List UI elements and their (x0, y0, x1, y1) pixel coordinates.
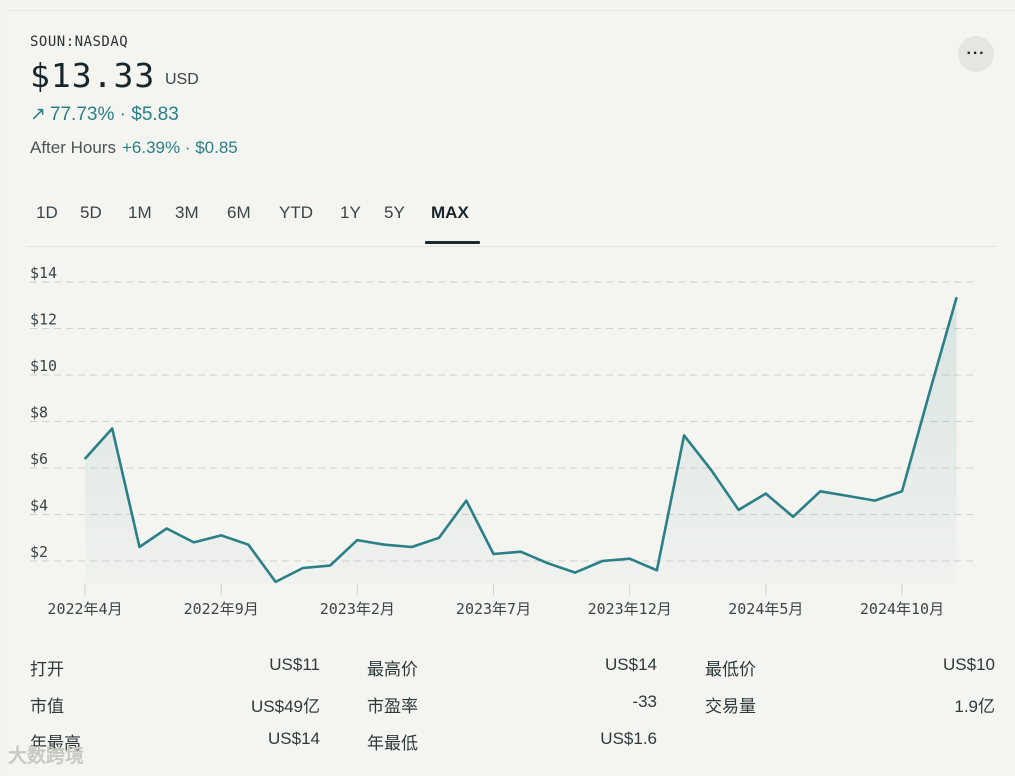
x-tick-label: 2022年4月 (47, 600, 122, 618)
stat-volume: 交易量 1.9亿 (705, 692, 995, 720)
data-point (138, 546, 141, 548)
data-point (901, 490, 903, 493)
current-price: $13.33 (30, 56, 156, 95)
data-point (928, 392, 931, 395)
tab-1d[interactable]: 1D (36, 203, 58, 241)
y-tick-label: $6 (30, 450, 48, 468)
data-point (873, 499, 876, 502)
y-tick-label: $12 (30, 311, 57, 329)
data-point (955, 296, 958, 299)
stat-value: US$10 (943, 655, 995, 674)
x-tick-label: 2022年9月 (184, 600, 259, 618)
tab-1m[interactable]: 1M (128, 203, 152, 241)
active-tab-indicator (425, 241, 480, 244)
data-point (220, 534, 222, 537)
stat-value: US$14 (268, 729, 320, 748)
time-range-tabs: 1D 5D 1M 3M 6M YTD 1Y 5Y MAX (26, 196, 996, 247)
y-tick-label: $8 (30, 404, 48, 422)
data-point (329, 564, 331, 567)
data-point (846, 495, 849, 497)
data-point (465, 499, 468, 502)
stat-label: 最低价 (705, 660, 756, 679)
more-icon: ··· (966, 45, 986, 62)
tab-ytd[interactable]: YTD (279, 203, 313, 241)
tab-1y[interactable]: 1Y (340, 203, 361, 241)
price-area-fill (85, 297, 957, 584)
data-point (574, 571, 576, 574)
y-tick-label: $10 (30, 357, 57, 375)
stat-value: -33 (632, 692, 657, 711)
stat-label: 打开 (30, 660, 64, 679)
stat-value: US$11 (269, 655, 320, 674)
price-change: ↗ 77.73% · $5.83 (30, 103, 179, 126)
y-tick-label: $4 (30, 497, 48, 515)
stat-label: 市值 (30, 697, 64, 716)
watermark-logo: 大数跨境 (8, 746, 85, 767)
x-tick-label: 2023年2月 (320, 600, 395, 618)
data-point (601, 560, 604, 562)
stat-value: US$14 (605, 655, 657, 674)
after-hours: After Hours +6.39% · $0.85 (30, 138, 238, 158)
data-point (819, 490, 822, 493)
data-point (411, 546, 413, 548)
data-point (438, 536, 440, 539)
x-tick-label: 2024年5月 (728, 600, 803, 618)
after-hours-label: After Hours (30, 138, 116, 157)
stat-pe-ratio: 市盈率 -33 (367, 692, 657, 720)
ticker-symbol: SOUN:NASDAQ (30, 34, 129, 50)
data-point (193, 541, 195, 544)
data-point (165, 527, 168, 530)
data-point (356, 539, 359, 541)
data-point (792, 516, 794, 518)
data-point (274, 581, 277, 583)
tab-3m[interactable]: 3M (175, 203, 199, 241)
tab-5d[interactable]: 5D (80, 203, 102, 241)
data-point (383, 543, 386, 546)
data-point (683, 434, 685, 437)
x-tick-label: 2023年12月 (588, 600, 672, 618)
y-tick-label: $2 (30, 543, 48, 561)
stat-label: 最高价 (367, 660, 418, 679)
stat-market-cap: 市值 US$49亿 (30, 692, 320, 720)
more-options-button[interactable]: ··· (958, 36, 994, 72)
data-point (302, 567, 304, 569)
stat-low: 最低价 US$10 (705, 655, 995, 683)
data-point (656, 569, 658, 572)
tab-6m[interactable]: 6M (227, 203, 251, 241)
y-tick-label: $14 (30, 264, 57, 282)
currency-label: USD (165, 71, 199, 88)
stat-high: 最高价 US$14 (367, 655, 657, 683)
stat-label: 市盈率 (367, 697, 418, 716)
data-point (710, 469, 713, 472)
data-point (84, 457, 86, 460)
data-point (737, 509, 740, 511)
data-point (247, 543, 250, 546)
stat-open: 打开 US$11 (30, 655, 320, 683)
tab-max[interactable]: MAX (431, 203, 469, 241)
trend-up-icon: ↗ (30, 104, 46, 125)
stat-value: US$1.6 (600, 729, 657, 748)
y-axis-labels: $2 $4 $6 $8 $10 $12 $14 (30, 264, 57, 561)
stat-value: 1.9亿 (954, 697, 995, 716)
stat-52w-low: 年最低 US$1.6 (367, 729, 657, 757)
x-tick-label: 2024年10月 (860, 600, 944, 618)
stat-value: US$49亿 (251, 697, 320, 716)
after-hours-value: +6.39% · $0.85 (121, 138, 238, 157)
tab-5y[interactable]: 5Y (384, 203, 405, 241)
price-chart: $2$4$6$8$10$12$14 2022年4月 2022年9月 2023年2月 2… (30, 264, 978, 618)
x-tick-label: 2023年7月 (456, 600, 531, 618)
data-point (547, 562, 549, 565)
data-point (492, 553, 495, 555)
data-point (519, 550, 522, 553)
stat-label: 年最低 (367, 734, 418, 753)
x-axis-labels: 2022年4月 2022年9月 2023年2月 2023年7月 2023年12月 2024… (47, 584, 944, 618)
data-point (628, 557, 631, 560)
stat-label: 交易量 (705, 697, 756, 716)
price-change-value: 77.73% · $5.83 (49, 103, 179, 125)
data-point (111, 427, 114, 430)
data-point (765, 492, 767, 495)
price-area (85, 297, 957, 584)
